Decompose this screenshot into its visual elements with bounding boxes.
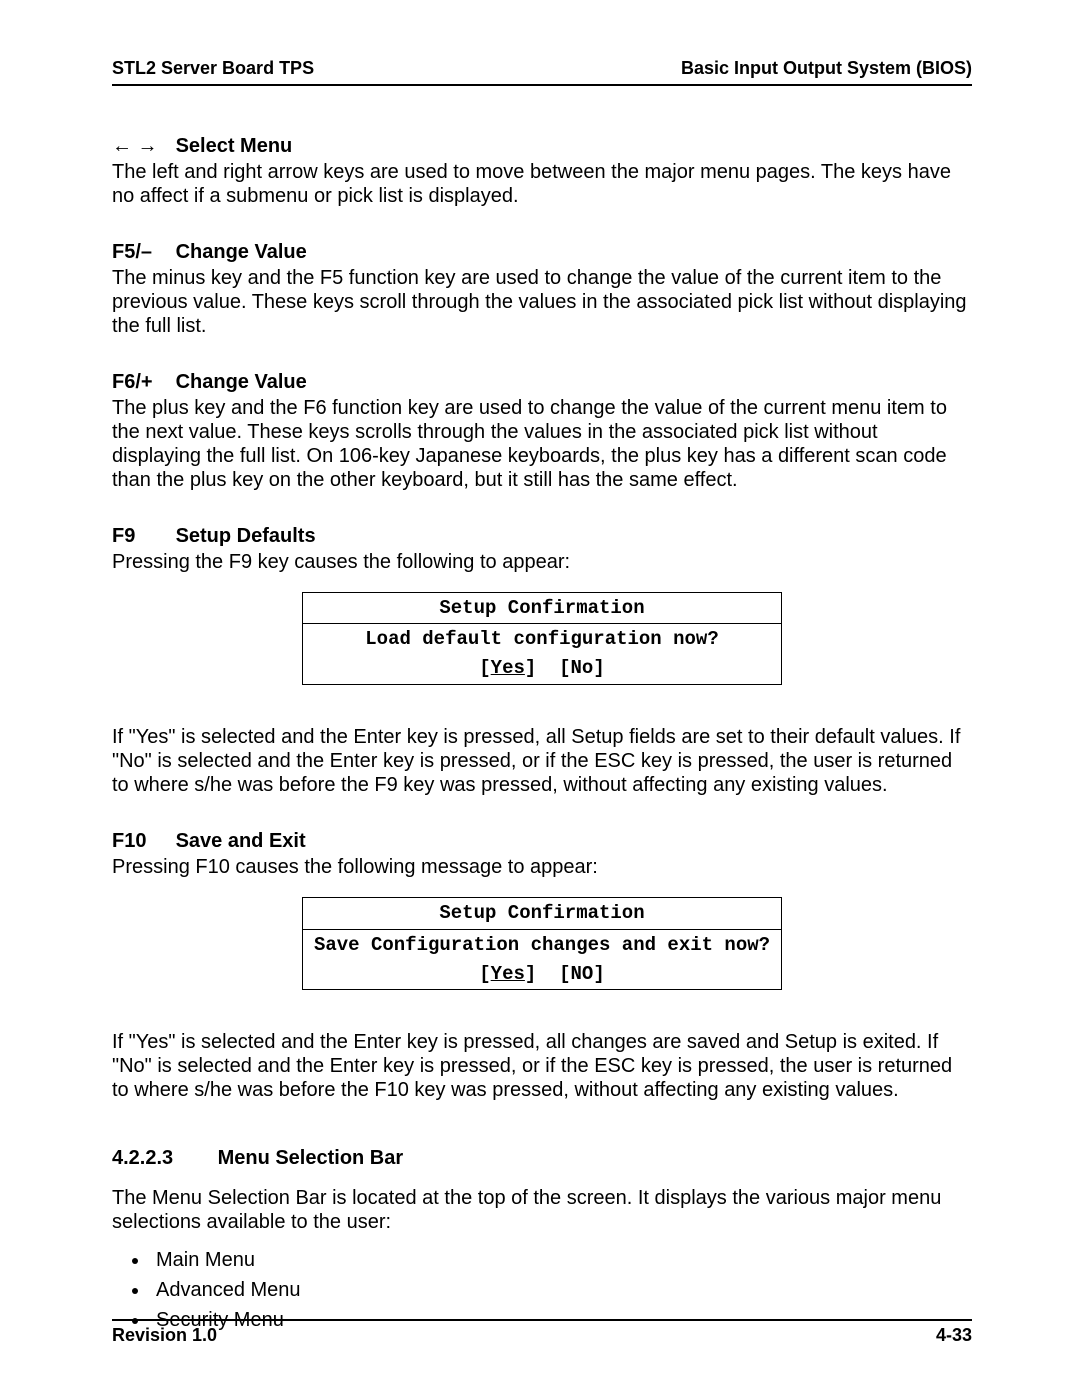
dialog-title: Setup Confirmation (303, 897, 782, 929)
dialog-title: Setup Confirmation (303, 592, 782, 624)
section-after: If "Yes" is selected and the Enter key i… (112, 1030, 972, 1102)
dialog-setup-confirmation: Setup Confirmation Load default configur… (302, 592, 782, 685)
page: STL2 Server Board TPS Basic Input Output… (0, 0, 1080, 1397)
dialog-no-option[interactable]: No (571, 657, 594, 679)
key-label: F9 (112, 524, 170, 548)
key-label: F6/+ (112, 370, 170, 394)
arrow-keys-icon: ← → (112, 134, 170, 158)
section-f9: F9 Setup Defaults Pressing the F9 key ca… (112, 524, 972, 797)
section-title: Change Value (176, 371, 307, 393)
section-body: The left and right arrow keys are used t… (112, 160, 972, 208)
section-body: The plus key and the F6 function key are… (112, 396, 972, 492)
subsection-number: 4.2.2.3 (112, 1146, 212, 1170)
list-item: Main Menu (150, 1248, 972, 1272)
dialog-question: Save Configuration changes and exit now? (303, 929, 782, 960)
dialog-no-option[interactable]: NO (571, 963, 594, 985)
list-item: Advanced Menu (150, 1278, 972, 1302)
dialog-options: [Yes] [NO] (303, 961, 782, 990)
section-after: If "Yes" is selected and the Enter key i… (112, 725, 972, 797)
key-label: F10 (112, 829, 170, 853)
subsection-menu-bar-heading: 4.2.2.3 Menu Selection Bar (112, 1146, 972, 1170)
footer-right: 4-33 (936, 1325, 972, 1347)
footer-left: Revision 1.0 (112, 1325, 217, 1347)
dialog-setup-confirmation: Setup Confirmation Save Configuration ch… (302, 897, 782, 990)
dialog-yes-option[interactable]: Yes (491, 963, 525, 985)
section-f10: F10 Save and Exit Pressing F10 causes th… (112, 829, 972, 1102)
section-lead: Pressing the F9 key causes the following… (112, 550, 972, 574)
subsection-title: Menu Selection Bar (218, 1147, 404, 1169)
section-body: The minus key and the F5 function key ar… (112, 266, 972, 338)
section-title: Save and Exit (176, 830, 306, 852)
section-title: Setup Defaults (176, 525, 316, 547)
dialog-options: [Yes] [No] (303, 655, 782, 684)
section-title: Select Menu (176, 135, 293, 157)
key-label: F5/– (112, 240, 170, 264)
section-f6: F6/+ Change Value The plus key and the F… (112, 370, 972, 492)
page-header: STL2 Server Board TPS Basic Input Output… (112, 58, 972, 86)
dialog-yes-option[interactable]: Yes (491, 657, 525, 679)
header-left: STL2 Server Board TPS (112, 58, 314, 80)
header-right: Basic Input Output System (BIOS) (681, 58, 972, 80)
section-select-menu: ← → Select Menu The left and right arrow… (112, 134, 972, 208)
section-f5: F5/– Change Value The minus key and the … (112, 240, 972, 338)
page-footer: Revision 1.0 4-33 (112, 1319, 972, 1347)
section-title: Change Value (176, 241, 307, 263)
section-lead: Pressing F10 causes the following messag… (112, 855, 972, 879)
subsection-body: The Menu Selection Bar is located at the… (112, 1186, 972, 1234)
dialog-question: Load default configuration now? (303, 624, 782, 655)
